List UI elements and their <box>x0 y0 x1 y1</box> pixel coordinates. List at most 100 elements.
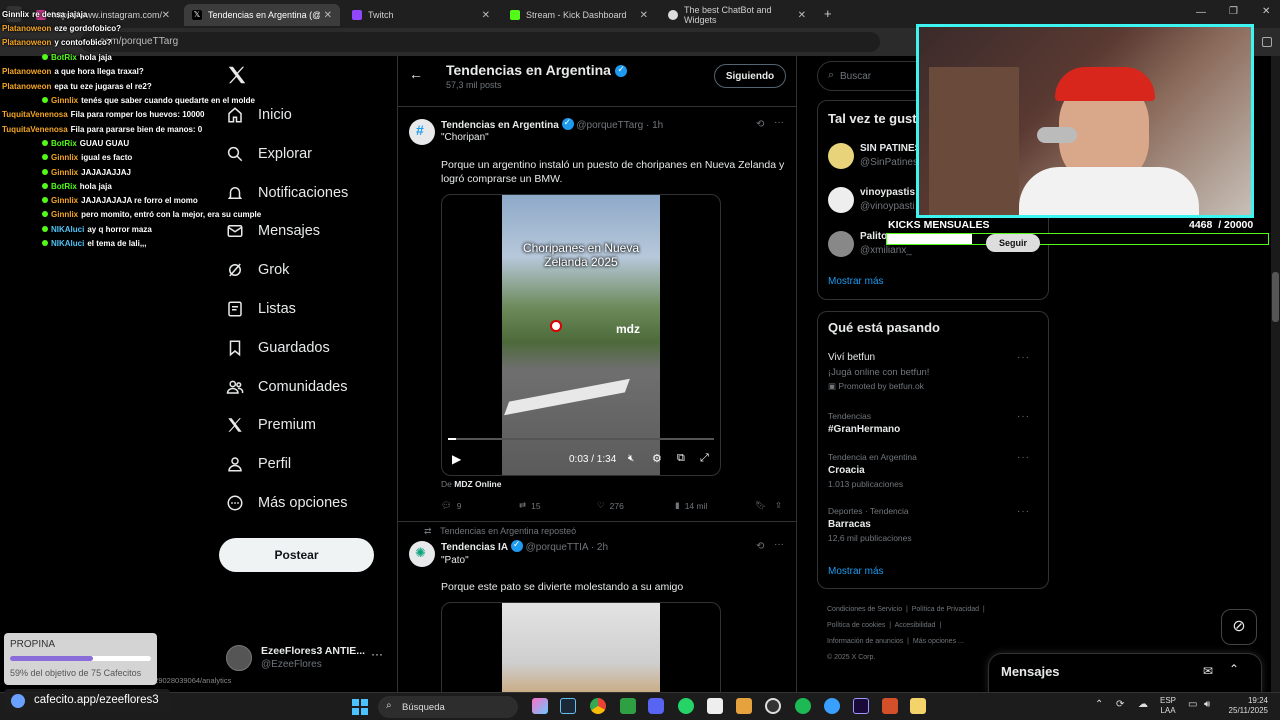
extension-icon[interactable] <box>1262 37 1272 47</box>
footer-link[interactable]: Más opciones ... <box>913 638 964 645</box>
more-dots-icon[interactable]: ··· <box>774 117 784 128</box>
grok-icon[interactable]: ⟲ <box>756 119 764 130</box>
discord-icon[interactable] <box>648 698 664 714</box>
trend-item[interactable]: Tendencia en Argentina Croacia 1.013 pub… <box>828 452 1040 489</box>
tab-twitch[interactable]: Twitch ✕ <box>344 4 498 26</box>
tray-network-icon[interactable]: ▭ <box>1188 699 1197 710</box>
tweet[interactable]: # Tendencias en Argentina @porqueTTarg ·… <box>398 107 796 520</box>
minimize-button[interactable]: — <box>1196 7 1206 18</box>
start-icon[interactable] <box>352 699 368 715</box>
nav-item-comunidades[interactable]: Comunidades <box>226 378 347 396</box>
trend-item[interactable]: Deportes · Tendencia Barracas 12,6 mil p… <box>828 506 1040 543</box>
reply-button[interactable]: 💬︎ 9 <box>441 500 462 511</box>
footer-link[interactable]: Política de Privacidad <box>912 606 979 613</box>
tweet-handle[interactable]: @porqueTTIA <box>526 542 588 553</box>
footer-link[interactable]: Información de anuncios <box>827 638 903 645</box>
following-button[interactable]: Siguiendo <box>714 64 786 88</box>
nav-item-m-s-opciones[interactable]: Más opciones <box>226 494 347 512</box>
chrome-icon[interactable] <box>590 698 606 714</box>
app-orange-icon[interactable] <box>882 698 898 714</box>
bookmark-icon[interactable]: 🔖︎ <box>755 500 766 511</box>
trend-item[interactable]: Tendencias #GranHermano ··· <box>828 411 1040 435</box>
show-more-link[interactable]: Mostrar más <box>828 276 884 287</box>
grok-icon[interactable]: ⟲ <box>756 541 764 552</box>
follow-button[interactable]: Seguir <box>986 234 1040 252</box>
new-message-icon[interactable]: ✉ <box>1203 664 1213 678</box>
scrollbar-thumb[interactable] <box>1272 272 1279 322</box>
taskbar-search[interactable]: ⌕ Búsqueda <box>378 696 518 718</box>
nav-item-premium[interactable]: Premium <box>226 416 316 434</box>
like-button[interactable]: ♡ 276 <box>597 500 624 511</box>
road-arrow <box>504 378 630 416</box>
trend-item[interactable]: Viví betfun ¡Jugá online con betfun! ▣ P… <box>828 352 1040 392</box>
tweet-handle[interactable]: @porqueTTarg <box>576 120 643 131</box>
close-icon[interactable]: ✕ <box>324 10 332 21</box>
views-button[interactable]: ▮ 14 mil <box>675 500 707 511</box>
expand-icon[interactable]: ⌃ <box>1229 662 1239 676</box>
play-icon[interactable]: ▶ <box>452 452 461 466</box>
nav-item-listas[interactable]: Listas <box>226 300 296 318</box>
settings-icon[interactable]: ⚙ <box>652 452 662 465</box>
file-explorer-icon[interactable] <box>564 698 580 714</box>
back-arrow-icon[interactable]: ← <box>409 66 423 82</box>
messages-drawer[interactable]: Mensajes ✉ ⌃ <box>988 653 1262 693</box>
footer-link[interactable]: Política de cookies <box>827 622 885 629</box>
more-dots-icon[interactable]: ··· <box>774 539 784 550</box>
repost-button[interactable]: ⇄ 15 <box>519 500 541 511</box>
clock[interactable]: 19:24 25/11/2025 <box>1226 696 1268 716</box>
close-icon[interactable]: ✕ <box>798 10 806 21</box>
chat-username: Ginnlix <box>51 196 79 205</box>
maximize-button[interactable]: ❐ <box>1229 6 1238 17</box>
mute-icon[interactable]: 🔇︎ <box>628 453 634 464</box>
footer-link[interactable]: Accesibilidad <box>895 622 936 629</box>
language-indicator[interactable]: ESP LAA <box>1160 696 1176 716</box>
more-dots-icon[interactable]: ··· <box>371 647 383 661</box>
more-dots-icon[interactable]: ··· <box>1017 506 1030 517</box>
share-icon[interactable]: ⇪ <box>775 500 782 511</box>
app-green-icon[interactable] <box>620 698 636 714</box>
nav-item-perfil[interactable]: Perfil <box>226 455 291 473</box>
tray-volume-icon[interactable]: 🔊︎ <box>1204 699 1210 710</box>
obs-icon[interactable] <box>765 698 781 714</box>
nav-label: Notificaciones <box>258 184 349 201</box>
tweet[interactable]: ⇄ Tendencias en Argentina reposteó ✺ Ten… <box>398 522 796 692</box>
show-more-link[interactable]: Mostrar más <box>828 566 884 577</box>
video-player[interactable]: Choripanes en Nueva Zelanda 2025 mdz ▶ 0… <box>441 194 721 476</box>
app-shield-icon[interactable] <box>707 698 723 714</box>
fullscreen-icon[interactable]: ⤢ <box>700 452 709 465</box>
app-blue-icon[interactable] <box>824 698 840 714</box>
app-arrows-icon[interactable] <box>736 698 752 714</box>
tab-chatbot[interactable]: The best ChatBot and Widgets ✕ <box>660 4 814 26</box>
close-icon[interactable]: ✕ <box>482 10 490 21</box>
more-dots-icon[interactable]: ··· <box>1017 452 1030 463</box>
propina-url-box: cafecito.app/ezeeflores3 <box>4 689 170 713</box>
post-button[interactable]: Postear <box>219 538 374 572</box>
source-link[interactable]: MDZ Online <box>454 479 501 489</box>
chat-username: TuquitaVenenosa <box>2 125 68 134</box>
video-progress-track[interactable] <box>448 438 714 440</box>
close-icon[interactable]: ✕ <box>640 10 648 21</box>
new-tab-button[interactable]: + <box>824 6 832 21</box>
tweet-author[interactable]: Tendencias en Argentina <box>441 120 559 131</box>
tray-chevron-icon[interactable]: ⌃ <box>1095 699 1103 710</box>
tweet-author[interactable]: Tendencias IA <box>441 542 508 553</box>
copilot-icon[interactable] <box>532 698 548 714</box>
app-yellow-icon[interactable] <box>910 698 926 714</box>
nav-item-grok[interactable]: Grok <box>226 261 289 279</box>
pip-icon[interactable]: ⧉ <box>677 452 685 465</box>
whatsapp-icon[interactable] <box>678 698 694 714</box>
premiere-icon[interactable] <box>853 698 869 714</box>
more-dots-icon[interactable]: ··· <box>1017 411 1030 422</box>
page-scrollbar[interactable] <box>1271 56 1280 692</box>
footer-link[interactable]: Condiciones de Servicio <box>827 606 902 613</box>
tab-kick-dashboard[interactable]: Stream - Kick Dashboard ✕ <box>502 4 656 26</box>
tray-sync-icon[interactable]: ⟳ <box>1116 699 1124 710</box>
nav-item-guardados[interactable]: Guardados <box>226 339 330 357</box>
more-dots-icon[interactable]: ··· <box>1017 352 1030 363</box>
close-window-button[interactable]: ✕ <box>1262 6 1270 17</box>
profile-switcher[interactable]: EzeeFlores3 ANTIE... @EzeeFlores ··· <box>226 641 386 675</box>
video-player[interactable] <box>441 602 721 692</box>
grok-floating-button[interactable]: ⊘ <box>1221 609 1257 645</box>
spotify-icon[interactable] <box>795 698 811 714</box>
tray-cloud-icon[interactable]: ☁ <box>1138 699 1148 710</box>
